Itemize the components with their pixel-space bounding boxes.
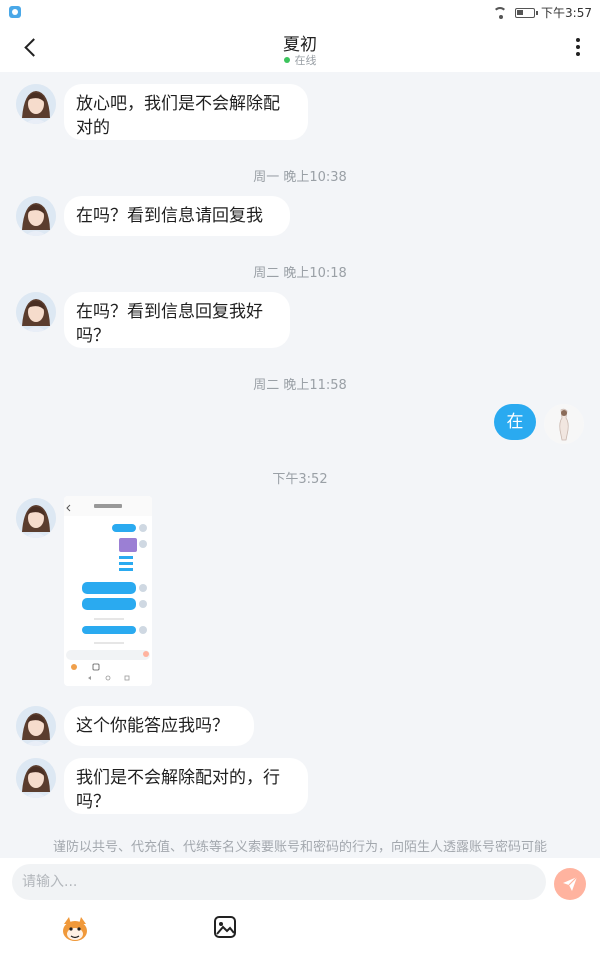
message-time: 周一 晚上10:38	[253, 170, 347, 185]
chat-area[interactable]: 放心吧，我们是不会解除配对的 周一 晚上10:38 在吗？看到信息请回复我 周二…	[0, 72, 600, 858]
emoji-mascot-icon[interactable]	[60, 914, 90, 944]
message-bubble[interactable]: 我们是不会解除配对的，行吗？	[64, 758, 308, 814]
contact-avatar[interactable]	[16, 498, 56, 538]
send-button[interactable]	[554, 868, 586, 900]
online-status-label: 在线	[294, 54, 317, 67]
online-dot-icon	[283, 57, 290, 63]
image-picker-icon[interactable]	[212, 914, 242, 944]
contact-avatar[interactable]	[16, 292, 56, 332]
status-right: 下午3:57	[493, 4, 592, 21]
my-message-bubble[interactable]: 在	[494, 404, 536, 440]
contact-avatar[interactable]	[16, 706, 56, 746]
message-time: 周二 晚上10:18	[253, 266, 347, 281]
image-message[interactable]	[64, 496, 152, 686]
message-bubble[interactable]: 在吗？看到信息回复我好吗？	[64, 292, 290, 348]
online-status: 在线	[0, 52, 600, 68]
my-avatar[interactable]	[544, 404, 584, 444]
chat-header: 夏初 在线	[0, 24, 600, 72]
status-time: 下午3:57	[541, 6, 592, 20]
contact-avatar[interactable]	[16, 196, 56, 236]
battery-icon	[515, 7, 539, 18]
message-bubble[interactable]: 放心吧，我们是不会解除配对的	[64, 84, 308, 140]
message-bubble[interactable]: 在吗？看到信息请回复我	[64, 196, 290, 236]
app-notification-icon	[9, 6, 21, 18]
status-bar: 下午3:57	[0, 0, 600, 24]
contact-avatar[interactable]	[16, 758, 56, 798]
message-time: 下午3:52	[272, 472, 328, 487]
send-icon	[563, 876, 578, 891]
input-panel	[0, 858, 600, 960]
message-time: 周二 晚上11:58	[253, 378, 347, 393]
safety-notice: 谨防以共号、代充值、代练等名义索要账号和密码的行为，向陌生人透露账号密码可能	[52, 840, 547, 855]
message-bubble[interactable]: 这个你能答应我吗？	[64, 706, 254, 746]
message-input[interactable]	[12, 864, 546, 900]
contact-avatar[interactable]	[16, 84, 56, 124]
wifi-icon	[493, 6, 509, 19]
more-options-icon[interactable]	[576, 38, 580, 58]
